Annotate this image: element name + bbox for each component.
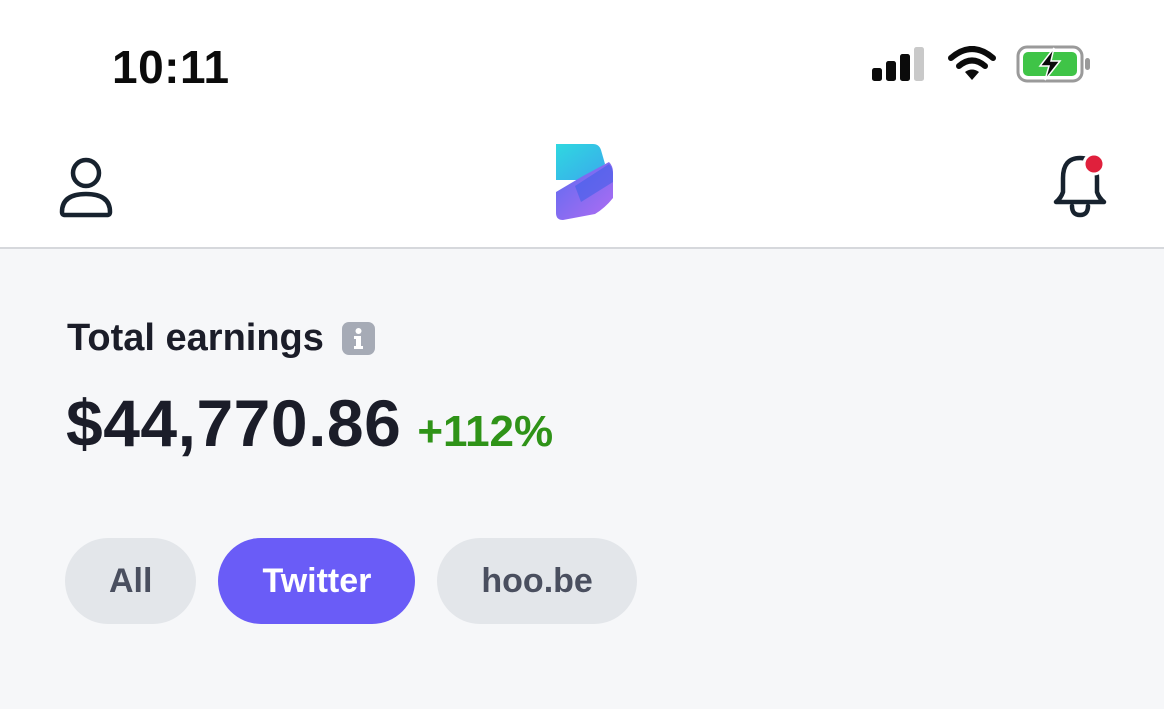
source-filter-tabs: All Twitter hoo.be <box>65 538 637 624</box>
app-logo <box>556 144 613 220</box>
notification-dot <box>1082 152 1106 176</box>
app-header <box>0 130 1164 249</box>
earnings-title-row: Total earnings <box>67 317 375 360</box>
status-icons <box>872 44 1092 84</box>
notifications-button[interactable] <box>1050 152 1110 218</box>
earnings-amount: $44,770.86 <box>66 386 402 460</box>
notification-bell-icon <box>1053 152 1107 218</box>
earnings-section: Total earnings $44,770.86 +112% All Twit… <box>0 249 1164 709</box>
status-time: 10:11 <box>112 41 230 93</box>
filter-twitter-button[interactable]: Twitter <box>218 538 416 624</box>
filter-hoobe-button[interactable]: hoo.be <box>437 538 637 624</box>
filter-all-button[interactable]: All <box>65 538 197 624</box>
wifi-icon <box>948 46 996 80</box>
user-profile-icon <box>59 157 113 218</box>
profile-button[interactable] <box>56 156 116 218</box>
earnings-amount-row: $44,770.86 +112% <box>66 385 553 461</box>
status-bar: 10:11 <box>0 0 1164 130</box>
battery-charging-icon <box>1016 45 1090 83</box>
cellular-signal-icon <box>872 47 924 81</box>
earnings-title: Total earnings <box>67 317 324 359</box>
earnings-change: +112% <box>417 407 554 456</box>
info-icon[interactable] <box>341 322 375 355</box>
